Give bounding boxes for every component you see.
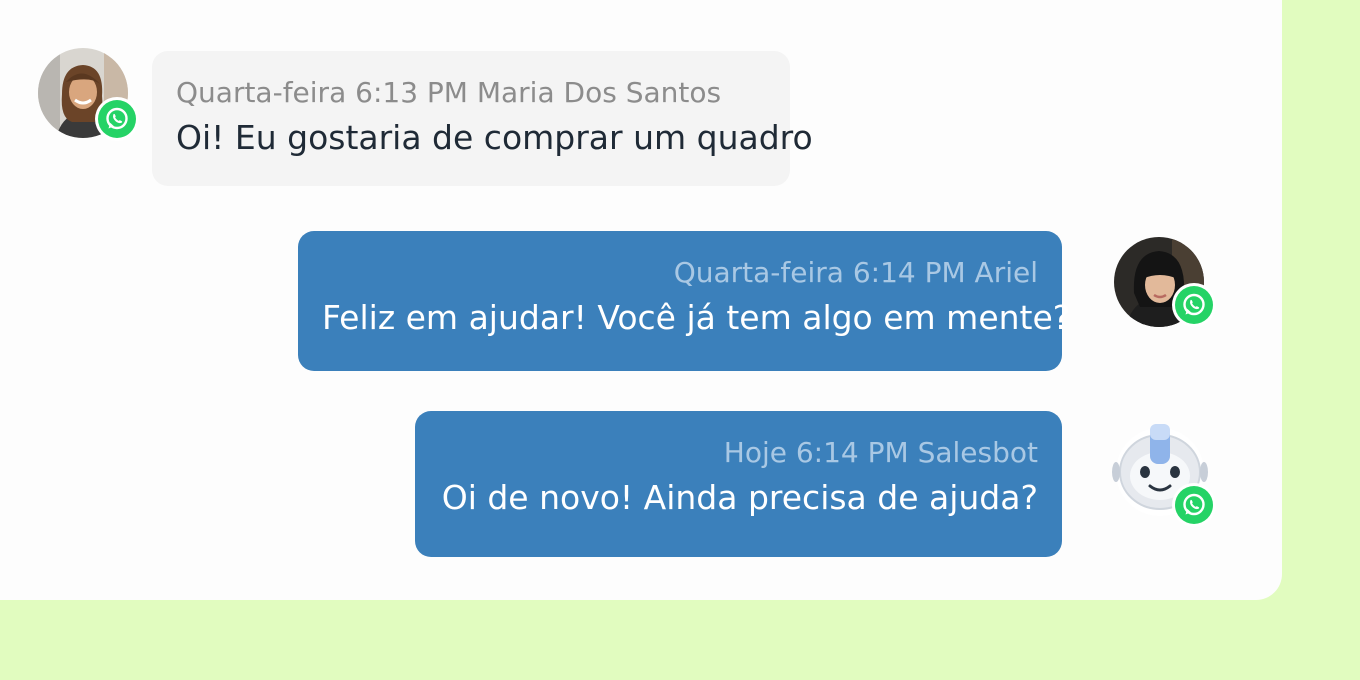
whatsapp-icon bbox=[95, 97, 139, 141]
whatsapp-icon bbox=[1172, 483, 1216, 527]
message-bubble-maria[interactable]: Quarta-feira 6:13 PM Maria Dos Santos Oi… bbox=[152, 51, 813, 186]
message-meta: Hoje 6:14 PM Salesbot bbox=[723, 436, 1038, 469]
message-bubble-salesbot[interactable]: Hoje 6:14 PM Salesbot Oi de novo! Ainda … bbox=[415, 411, 1062, 557]
message-text: Oi! Eu gostaria de comprar um quadro bbox=[176, 118, 813, 157]
message-meta: Quarta-feira 6:13 PM Maria Dos Santos bbox=[176, 76, 722, 109]
message-text: Oi de novo! Ainda precisa de ajuda? bbox=[441, 478, 1038, 517]
message-text: Feliz em ajudar! Você já tem algo em men… bbox=[322, 298, 1071, 337]
whatsapp-icon bbox=[1172, 283, 1216, 327]
chat-panel: Quarta-feira 6:13 PM Maria Dos Santos Oi… bbox=[0, 0, 1282, 600]
message-bubble-ariel[interactable]: Quarta-feira 6:14 PM Ariel Feliz em ajud… bbox=[298, 231, 1071, 371]
message-meta: Quarta-feira 6:14 PM Ariel bbox=[673, 256, 1038, 289]
